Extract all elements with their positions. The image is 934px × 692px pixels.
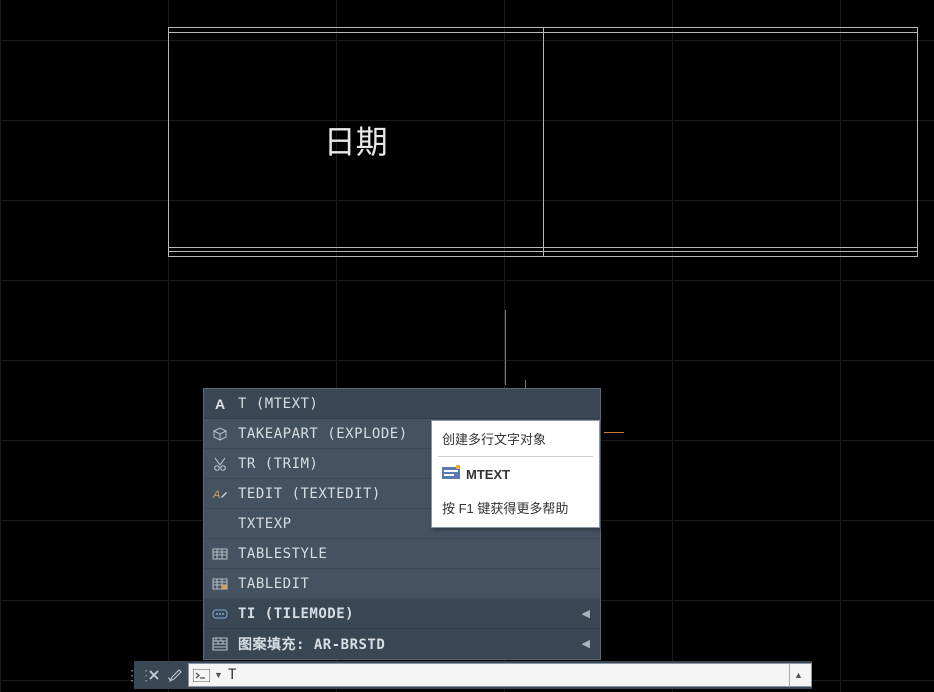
- customize-button[interactable]: [164, 661, 184, 689]
- text-a-icon: A: [212, 396, 228, 412]
- tooltip-command: MTEXT: [466, 467, 510, 482]
- ac-item-label: TABLEDIT: [238, 576, 309, 592]
- ac-item-tablestyle[interactable]: TABLESTYLE: [204, 539, 600, 569]
- svg-text:A: A: [215, 396, 225, 412]
- crosshair-horizontal: [604, 432, 624, 433]
- mtext-cmd-icon: [442, 465, 460, 484]
- textedit-icon: A: [212, 486, 228, 502]
- commandline-icon: [193, 668, 210, 682]
- blank-icon: [212, 516, 228, 532]
- submenu-arrow-icon: ◀: [582, 637, 590, 650]
- ac-item-label: TEDIT (TEXTEDIT): [238, 486, 381, 502]
- ac-item-label: T (MTEXT): [238, 396, 318, 412]
- svg-text:A: A: [212, 489, 220, 501]
- ac-item-label: TI (TILEMODE): [238, 606, 354, 622]
- ac-item-label: TR (TRIM): [238, 456, 318, 472]
- ac-item-label: TAKEAPART (EXPLODE): [238, 426, 408, 442]
- tooltip-help: 按 F1 键获得更多帮助: [432, 492, 599, 527]
- submenu-arrow-icon: ◀: [582, 607, 590, 620]
- ac-item-label: TABLESTYLE: [238, 546, 327, 562]
- tabledit-icon: [212, 576, 228, 592]
- ac-item-label: 图案填充: AR-BRSTD: [238, 634, 385, 654]
- tooltip-description: 创建多行文字对象: [432, 421, 599, 456]
- crosshair-vertical: [505, 310, 506, 385]
- ac-item-tilemode[interactable]: TI (TILEMODE) ◀: [204, 599, 600, 629]
- table-cell-label[interactable]: 日期: [169, 32, 544, 247]
- command-bar[interactable]: ⋮⋮ ▼ ▲: [134, 661, 812, 689]
- ac-item-label: TXTEXP: [238, 516, 292, 532]
- command-history-dropdown[interactable]: ▼: [214, 670, 224, 680]
- commandbar-grip[interactable]: ⋮⋮: [134, 661, 144, 689]
- command-tooltip: 创建多行文字对象 MTEXT 按 F1 键获得更多帮助: [431, 420, 600, 528]
- close-commandbar-button[interactable]: [144, 661, 164, 689]
- tablestyle-icon: [212, 546, 228, 562]
- var-icon: [212, 606, 228, 622]
- ac-item-mtext[interactable]: A T (MTEXT): [204, 389, 600, 419]
- command-input[interactable]: [228, 667, 785, 683]
- trim-icon: [212, 456, 228, 472]
- command-expand-button[interactable]: ▲: [789, 663, 807, 687]
- ac-item-tabledit[interactable]: TABLEDIT: [204, 569, 600, 599]
- box-icon: [212, 426, 228, 442]
- hatch-icon: [212, 636, 228, 652]
- command-input-wrap[interactable]: ▼ ▲: [188, 663, 812, 687]
- drawing-table[interactable]: 日期: [168, 27, 918, 257]
- ac-item-hatch[interactable]: 图案填充: AR-BRSTD ◀: [204, 629, 600, 659]
